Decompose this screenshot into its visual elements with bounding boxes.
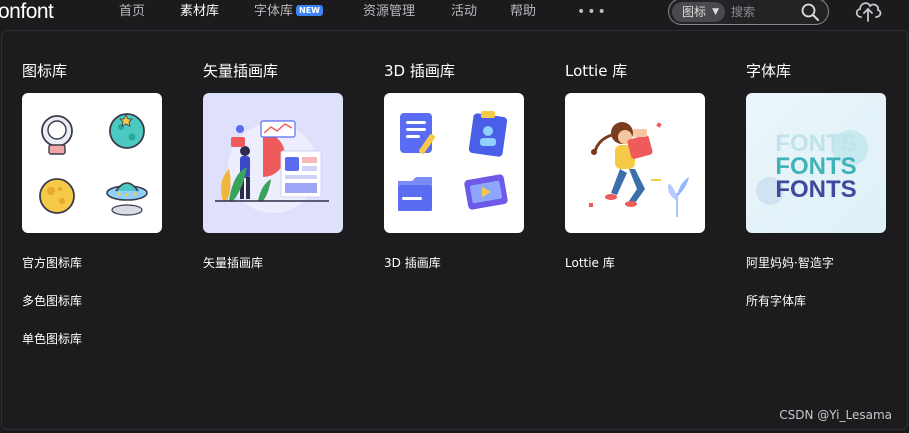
top-navigation: onfont 首页 素材库 字体库 NEW 资源管理 活动 帮助 ••• 图标 ▼ (0, 0, 909, 28)
search-type-label: 图标 (682, 5, 707, 19)
link-alimama-fonts[interactable]: 阿里妈妈·智造字 (746, 255, 896, 293)
link-multicolor-icons[interactable]: 多色图标库 (22, 293, 172, 331)
menu-column-icon-library: 图标库 官方图标库 多色图标库 单色图标库 (22, 61, 172, 369)
menu-column-lottie: Lottie 库 Lottie 库 (565, 61, 715, 293)
lottie-illustration (565, 93, 705, 233)
new-badge: NEW (296, 5, 323, 16)
nav-item-materials[interactable]: 素材库 (180, 4, 219, 20)
column-links: 3D 插画库 (384, 255, 534, 293)
search-box: 图标 ▼ (668, 0, 829, 25)
link-vector-illustrations[interactable]: 矢量插画库 (203, 255, 353, 293)
column-title[interactable]: 图标库 (22, 61, 172, 81)
nav-item-activities[interactable]: 活动 (451, 4, 477, 20)
fonts-word-indigo: FONTS (775, 176, 856, 203)
3d-illustration-card[interactable] (384, 93, 524, 233)
more-menu-icon[interactable]: ••• (577, 4, 608, 20)
nav-item-home[interactable]: 首页 (119, 4, 145, 20)
icon-library-illustration (22, 93, 162, 233)
search-type-select[interactable]: 图标 ▼ (672, 2, 725, 22)
nav-item-fonts[interactable]: 字体库 NEW (254, 4, 323, 20)
column-links: 矢量插画库 (203, 255, 353, 293)
search-icon[interactable] (800, 2, 820, 22)
column-title[interactable]: 矢量插画库 (203, 61, 353, 81)
lottie-illustration-card[interactable] (565, 93, 705, 233)
link-3d-illustrations[interactable]: 3D 插画库 (384, 255, 534, 293)
search-input[interactable] (731, 2, 797, 22)
menu-column-3d-illustrations: 3D 插画库 3D 插画库 (384, 61, 534, 293)
column-title[interactable]: 字体库 (746, 61, 896, 81)
menu-column-fonts: 字体库 FONTS FONTS FONTS 阿里妈妈·智造字 所有字体库 (746, 61, 896, 331)
link-monochrome-icons[interactable]: 单色图标库 (22, 331, 172, 369)
link-all-fonts[interactable]: 所有字体库 (746, 293, 896, 331)
icon-library-card[interactable] (22, 93, 162, 233)
materials-dropdown-panel: 图标库 官方图标库 多色图标库 单色图标库 矢量插画库 矢量插画库 3D 插画库… (1, 30, 908, 430)
link-lottie[interactable]: Lottie 库 (565, 255, 715, 293)
column-links: 官方图标库 多色图标库 单色图标库 (22, 255, 172, 369)
column-links: Lottie 库 (565, 255, 715, 293)
vector-illustration-card[interactable] (203, 93, 343, 233)
nav-item-help[interactable]: 帮助 (510, 4, 536, 20)
csdn-watermark: CSDN @Yi_Lesama (779, 408, 892, 422)
logo[interactable]: onfont (0, 0, 54, 24)
fonts-illustration: FONTS FONTS FONTS (746, 93, 886, 233)
vector-illustration (203, 93, 343, 233)
column-title[interactable]: 3D 插画库 (384, 61, 534, 81)
link-official-icons[interactable]: 官方图标库 (22, 255, 172, 293)
chevron-down-icon: ▼ (712, 7, 719, 17)
column-title[interactable]: Lottie 库 (565, 61, 715, 81)
fonts-illustration-card[interactable]: FONTS FONTS FONTS (746, 93, 886, 233)
menu-column-vector-illustrations: 矢量插画库 矢量插画库 (203, 61, 353, 293)
nav-item-resource-management[interactable]: 资源管理 (363, 4, 415, 20)
3d-illustration (384, 93, 524, 233)
column-links: 阿里妈妈·智造字 所有字体库 (746, 255, 896, 331)
cloud-upload-icon[interactable] (853, 0, 883, 23)
nav-item-fonts-label: 字体库 (254, 4, 294, 19)
